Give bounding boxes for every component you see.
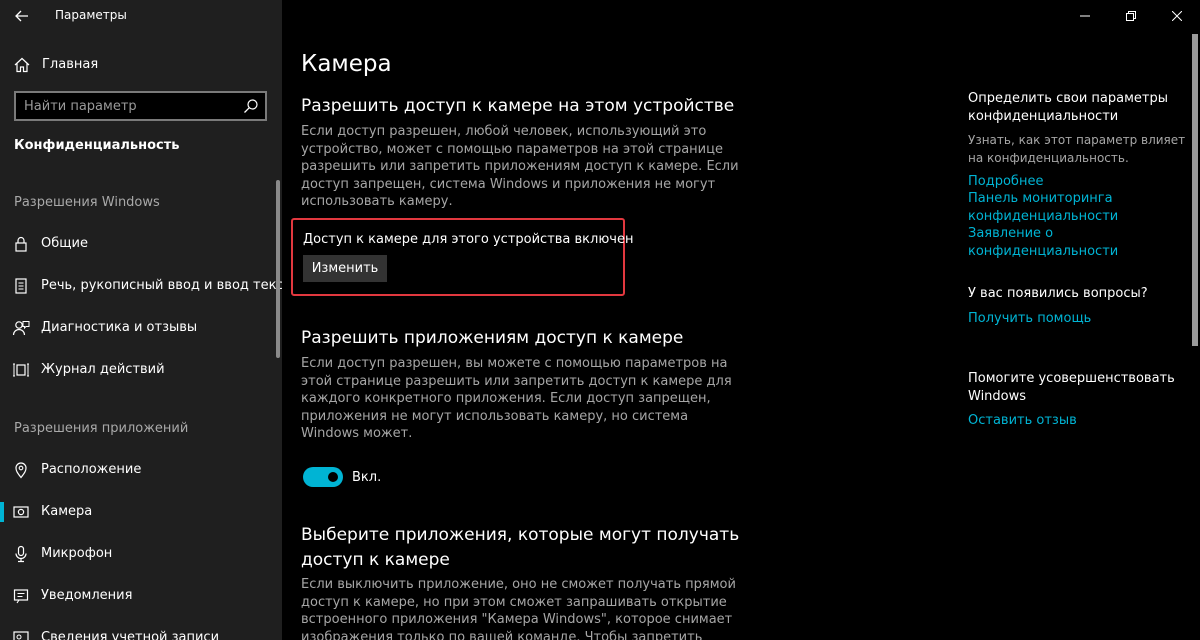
privacy-dashboard-link[interactable]: Панель мониторинга конфиденциальности bbox=[968, 190, 1118, 225]
minimize-icon bbox=[1080, 11, 1090, 21]
timeline-icon bbox=[12, 361, 30, 379]
device-access-heading: Разрешить доступ к камере на этом устрой… bbox=[301, 96, 735, 116]
sidebar-item-label: Уведомления bbox=[41, 588, 133, 603]
app-access-heading: Разрешить приложениям доступ к камере bbox=[301, 328, 684, 348]
search-box[interactable] bbox=[14, 91, 267, 121]
feedback-icon bbox=[12, 319, 30, 337]
microphone-icon bbox=[12, 545, 30, 563]
get-help-link[interactable]: Получить помощь bbox=[968, 310, 1091, 328]
category-title: Конфиденциальность bbox=[14, 138, 180, 153]
camera-icon bbox=[12, 503, 30, 521]
sidebar-item-activity[interactable]: Журнал действий bbox=[0, 352, 276, 388]
sidebar-item-label: Речь, рукописный ввод и ввод текста bbox=[41, 278, 300, 293]
sidebar-item-label: Камера bbox=[41, 504, 93, 519]
lock-icon bbox=[12, 235, 30, 253]
close-button[interactable] bbox=[1154, 0, 1200, 32]
account-icon bbox=[12, 629, 30, 640]
sidebar: Параметры Главная Конфиденциальность Раз… bbox=[0, 0, 299, 640]
sidebar-item-label: Главная bbox=[42, 57, 99, 72]
restore-button[interactable] bbox=[1108, 0, 1154, 32]
sidebar-item-camera[interactable]: Камера bbox=[0, 494, 276, 530]
improve-windows-heading: Помогите усовершенствовать Windows bbox=[968, 371, 1175, 404]
sidebar-item-speech[interactable]: Речь, рукописный ввод и ввод текста bbox=[0, 268, 299, 304]
sidebar-item-account[interactable]: Сведения учетной записи bbox=[0, 620, 276, 640]
close-icon bbox=[1172, 11, 1182, 21]
sidebar-item-diagnostics[interactable]: Диагностика и отзывы bbox=[0, 310, 276, 346]
privacy-statement-link[interactable]: Заявление о конфиденциальности bbox=[968, 225, 1200, 260]
sidebar-item-label: Расположение bbox=[41, 462, 142, 477]
page-title: Камера bbox=[301, 51, 392, 77]
sidebar-item-label: Общие bbox=[41, 236, 88, 251]
location-icon bbox=[12, 461, 30, 479]
sidebar-item-general[interactable]: Общие bbox=[0, 226, 276, 262]
sidebar-item-label: Сведения учетной записи bbox=[41, 630, 220, 640]
sidebar-item-microphone[interactable]: Микрофон bbox=[0, 536, 276, 572]
app-access-toggle[interactable] bbox=[303, 467, 343, 487]
minimize-button[interactable] bbox=[1062, 0, 1108, 32]
change-button[interactable]: Изменить bbox=[303, 255, 387, 282]
device-access-status: Доступ к камере для этого устройства вкл… bbox=[303, 232, 634, 247]
back-arrow-icon bbox=[15, 10, 29, 22]
toggle-label: Вкл. bbox=[352, 470, 382, 485]
sidebar-item-notifications[interactable]: Уведомления bbox=[0, 578, 276, 614]
device-access-description: Если доступ разрешен, любой человек, исп… bbox=[301, 124, 739, 210]
sidebar-item-label: Диагностика и отзывы bbox=[41, 320, 198, 335]
define-privacy-description: Узнать, как этот параметр влияет на конф… bbox=[968, 133, 1186, 165]
define-privacy-heading: Определить свои параметры конфиденциальн… bbox=[968, 91, 1169, 124]
search-input[interactable] bbox=[24, 97, 234, 115]
document-icon bbox=[12, 277, 30, 295]
sidebar-scrollbar[interactable] bbox=[276, 180, 280, 358]
titlebar-left: Параметры bbox=[0, 0, 282, 32]
sidebar-item-label: Журнал действий bbox=[41, 362, 165, 377]
back-button[interactable] bbox=[10, 6, 34, 26]
restore-icon bbox=[1126, 11, 1136, 21]
home-icon bbox=[13, 56, 31, 74]
toggle-knob bbox=[328, 472, 338, 482]
choose-apps-description: Если выключить приложение, оно не сможет… bbox=[301, 577, 736, 640]
choose-apps-heading: Выберите приложения, которые могут получ… bbox=[301, 525, 740, 570]
window-controls bbox=[1062, 0, 1200, 32]
main-content: Камера Разрешить доступ к камере на этом… bbox=[282, 0, 1200, 640]
notification-icon bbox=[12, 587, 30, 605]
give-feedback-link[interactable]: Оставить отзыв bbox=[968, 412, 1077, 430]
app-access-description: Если доступ разрешен, вы можете с помощь… bbox=[301, 356, 732, 442]
sidebar-item-label: Микрофон bbox=[41, 546, 113, 561]
questions-heading: У вас появились вопросы? bbox=[968, 286, 1148, 301]
search-icon[interactable] bbox=[243, 98, 259, 114]
section-header-apps: Разрешения приложений bbox=[14, 421, 189, 436]
sidebar-item-home[interactable]: Главная bbox=[0, 48, 282, 82]
learn-more-link[interactable]: Подробнее bbox=[968, 173, 1043, 191]
app-title: Параметры bbox=[55, 8, 127, 22]
section-header-windows: Разрешения Windows bbox=[14, 195, 160, 210]
main-scrollbar[interactable] bbox=[1192, 34, 1198, 346]
sidebar-item-location[interactable]: Расположение bbox=[0, 452, 276, 488]
